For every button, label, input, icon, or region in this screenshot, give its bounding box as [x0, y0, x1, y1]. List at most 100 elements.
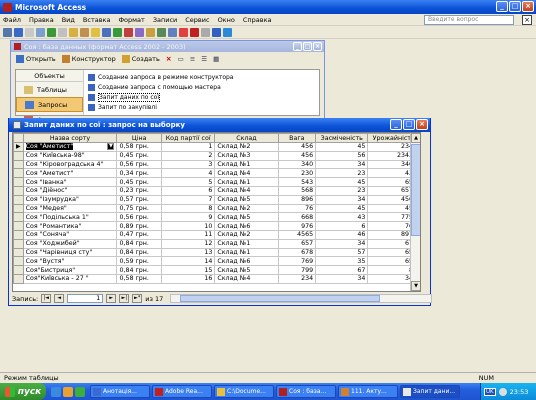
menu-window[interactable]: Окно — [218, 16, 235, 24]
table-cell[interactable]: Склад №4 — [214, 168, 279, 179]
table-cell[interactable]: 34 — [315, 159, 369, 170]
row-selector[interactable] — [13, 265, 24, 275]
table-cell[interactable]: Соя"Київська - 27 " — [22, 273, 118, 284]
table-cell[interactable]: 7 — [160, 194, 216, 205]
sort-asc-icon[interactable] — [113, 27, 122, 37]
table-row[interactable]: Соя "Романтика"0,89 грн.10Склад №6976676… — [13, 221, 420, 231]
combo-dropdown-icon[interactable]: ▼ — [107, 143, 115, 151]
table-cell[interactable]: Соя "Аметист" — [22, 168, 118, 179]
paste-icon[interactable] — [80, 27, 89, 37]
table-cell[interactable]: 0,89 грн. — [116, 221, 162, 231]
table-cell[interactable]: 43 — [315, 212, 369, 223]
spelling-icon[interactable] — [47, 27, 56, 37]
column-header[interactable]: Засміченість — [315, 133, 369, 143]
table-cell[interactable]: Соя"Бистриця" — [22, 265, 118, 275]
menu-tools[interactable]: Сервис — [185, 16, 209, 24]
table-cell[interactable]: Соя "Вустя" — [22, 256, 118, 267]
table-cell[interactable]: 9 — [160, 212, 216, 223]
h-scroll-thumb[interactable] — [180, 295, 381, 302]
table-row[interactable]: Соя "Ходжибей"0,84 грн.12Склад №16573467… — [13, 238, 420, 249]
table-cell[interactable]: 0,59 грн. — [116, 256, 162, 267]
table-cell[interactable]: 23 — [315, 185, 369, 196]
table-cell[interactable]: 234 — [277, 273, 317, 284]
table-cell[interactable]: Соя "Ходжибей" — [22, 238, 118, 249]
table-cell[interactable]: 0,58 грн. — [116, 142, 162, 152]
table-cell[interactable]: 57 — [315, 247, 369, 258]
help-icon[interactable] — [223, 27, 232, 37]
table-row[interactable]: Соя "Діёнос" 0,23 грн. 6 Склад №4 568 23 6576 — [13, 185, 420, 196]
table-cell[interactable]: 34 — [315, 238, 369, 249]
db-minimize-button[interactable]: _ — [293, 42, 302, 51]
start-button[interactable]: пуск — [0, 383, 46, 400]
table-cell[interactable]: 3 — [160, 159, 216, 170]
db-close-button[interactable]: × — [313, 42, 322, 51]
row-selector-header[interactable] — [13, 133, 24, 143]
sort-desc-icon[interactable] — [124, 27, 133, 37]
row-selector[interactable] — [13, 238, 24, 249]
table-cell[interactable]: Склад №2 — [214, 229, 279, 240]
column-header[interactable]: Склад — [214, 133, 279, 143]
scroll-thumb[interactable] — [411, 144, 420, 236]
table-cell[interactable]: Склад №1 — [214, 159, 279, 170]
copy-icon[interactable] — [69, 27, 78, 37]
task-button[interactable]: Соя : база... — [276, 385, 336, 398]
query-close-button[interactable]: × — [416, 119, 428, 130]
table-cell[interactable]: 1 — [160, 142, 216, 152]
table-cell[interactable]: 45 — [315, 177, 369, 187]
question-input[interactable]: Введите вопрос — [424, 15, 514, 25]
menu-help[interactable]: Справка — [243, 16, 272, 24]
table-cell[interactable]: 4565 — [277, 229, 317, 240]
db-maximize-button[interactable]: □ — [303, 42, 312, 51]
table-cell[interactable]: 0,34 грн. — [116, 168, 162, 179]
new-record-icon[interactable] — [179, 27, 188, 37]
table-cell[interactable]: 230 — [277, 168, 317, 179]
table-cell[interactable]: 6 — [160, 185, 216, 196]
table-row[interactable]: Соя "Аметист"0,34 грн.4Склад №423023436 — [13, 168, 420, 179]
minimize-button[interactable]: _ — [496, 1, 508, 12]
object-tables[interactable]: Таблицы — [16, 82, 83, 97]
table-cell[interactable]: Соя "Ізумрудка" — [22, 194, 118, 205]
table-cell[interactable]: 0,45 грн. — [116, 150, 162, 161]
menu-close-icon[interactable]: × — [522, 15, 532, 25]
table-cell[interactable]: 456 — [277, 150, 317, 161]
row-selector[interactable] — [13, 177, 24, 187]
table-cell[interactable]: Склад №4 — [214, 273, 279, 284]
row-selector[interactable] — [13, 168, 24, 179]
list-item[interactable]: Запит по закупівлі — [88, 102, 233, 112]
close-button[interactable]: × — [522, 1, 534, 12]
filter-icon[interactable] — [135, 27, 144, 37]
row-selector[interactable] — [13, 273, 24, 284]
delete-icon[interactable]: × — [166, 55, 172, 63]
table-cell[interactable]: Склад №6 — [214, 256, 279, 267]
row-selector[interactable] — [13, 229, 24, 240]
table-cell[interactable]: Соя "Соняча" — [22, 229, 118, 240]
task-button[interactable]: 111. Акту... — [338, 385, 398, 398]
table-cell[interactable]: 8 — [160, 203, 216, 214]
next-record-button[interactable]: ► — [106, 294, 117, 303]
table-row[interactable]: Соя "Чарівниця сту" 0,84 грн. 13 Склад №1 67… — [13, 247, 420, 258]
column-header[interactable]: Назва сорту — [22, 133, 118, 143]
table-cell[interactable]: Соя "Діёнос" — [22, 185, 118, 196]
table-cell[interactable]: 11 — [160, 229, 216, 240]
menu-view[interactable]: Вид — [62, 16, 75, 24]
table-cell[interactable]: 568 — [277, 185, 317, 196]
design-button[interactable]: Конструктор — [61, 55, 116, 63]
object-queries[interactable]: Запросы — [16, 97, 83, 112]
row-selector[interactable]: ▶ — [13, 142, 24, 152]
table-cell[interactable]: Соя "Чарівниця сту" — [22, 247, 118, 258]
list-item[interactable]: Создание запроса в режиме конструктора — [88, 72, 233, 82]
table-cell[interactable]: 14 — [160, 256, 216, 267]
table-cell[interactable]: 769 — [277, 256, 317, 267]
table-cell[interactable]: 896 — [277, 194, 317, 205]
maximize-button[interactable]: □ — [509, 1, 521, 12]
apply-filter-icon[interactable] — [157, 27, 166, 37]
list-item[interactable]: Запит даних по сої — [88, 92, 233, 102]
create-button[interactable]: Создать — [121, 55, 160, 63]
table-row[interactable]: Соя "Подільська 1" 0,56 грн. 9 Склад №5 668 4… — [13, 212, 420, 223]
table-cell[interactable]: 45 — [315, 203, 369, 214]
menu-format[interactable]: Формат — [118, 16, 144, 24]
small-icons-icon[interactable]: ≡ — [190, 55, 195, 63]
browser-icon[interactable] — [51, 386, 61, 397]
row-selector[interactable] — [13, 221, 24, 231]
table-cell[interactable]: Соя "Подільська 1" — [22, 212, 118, 223]
